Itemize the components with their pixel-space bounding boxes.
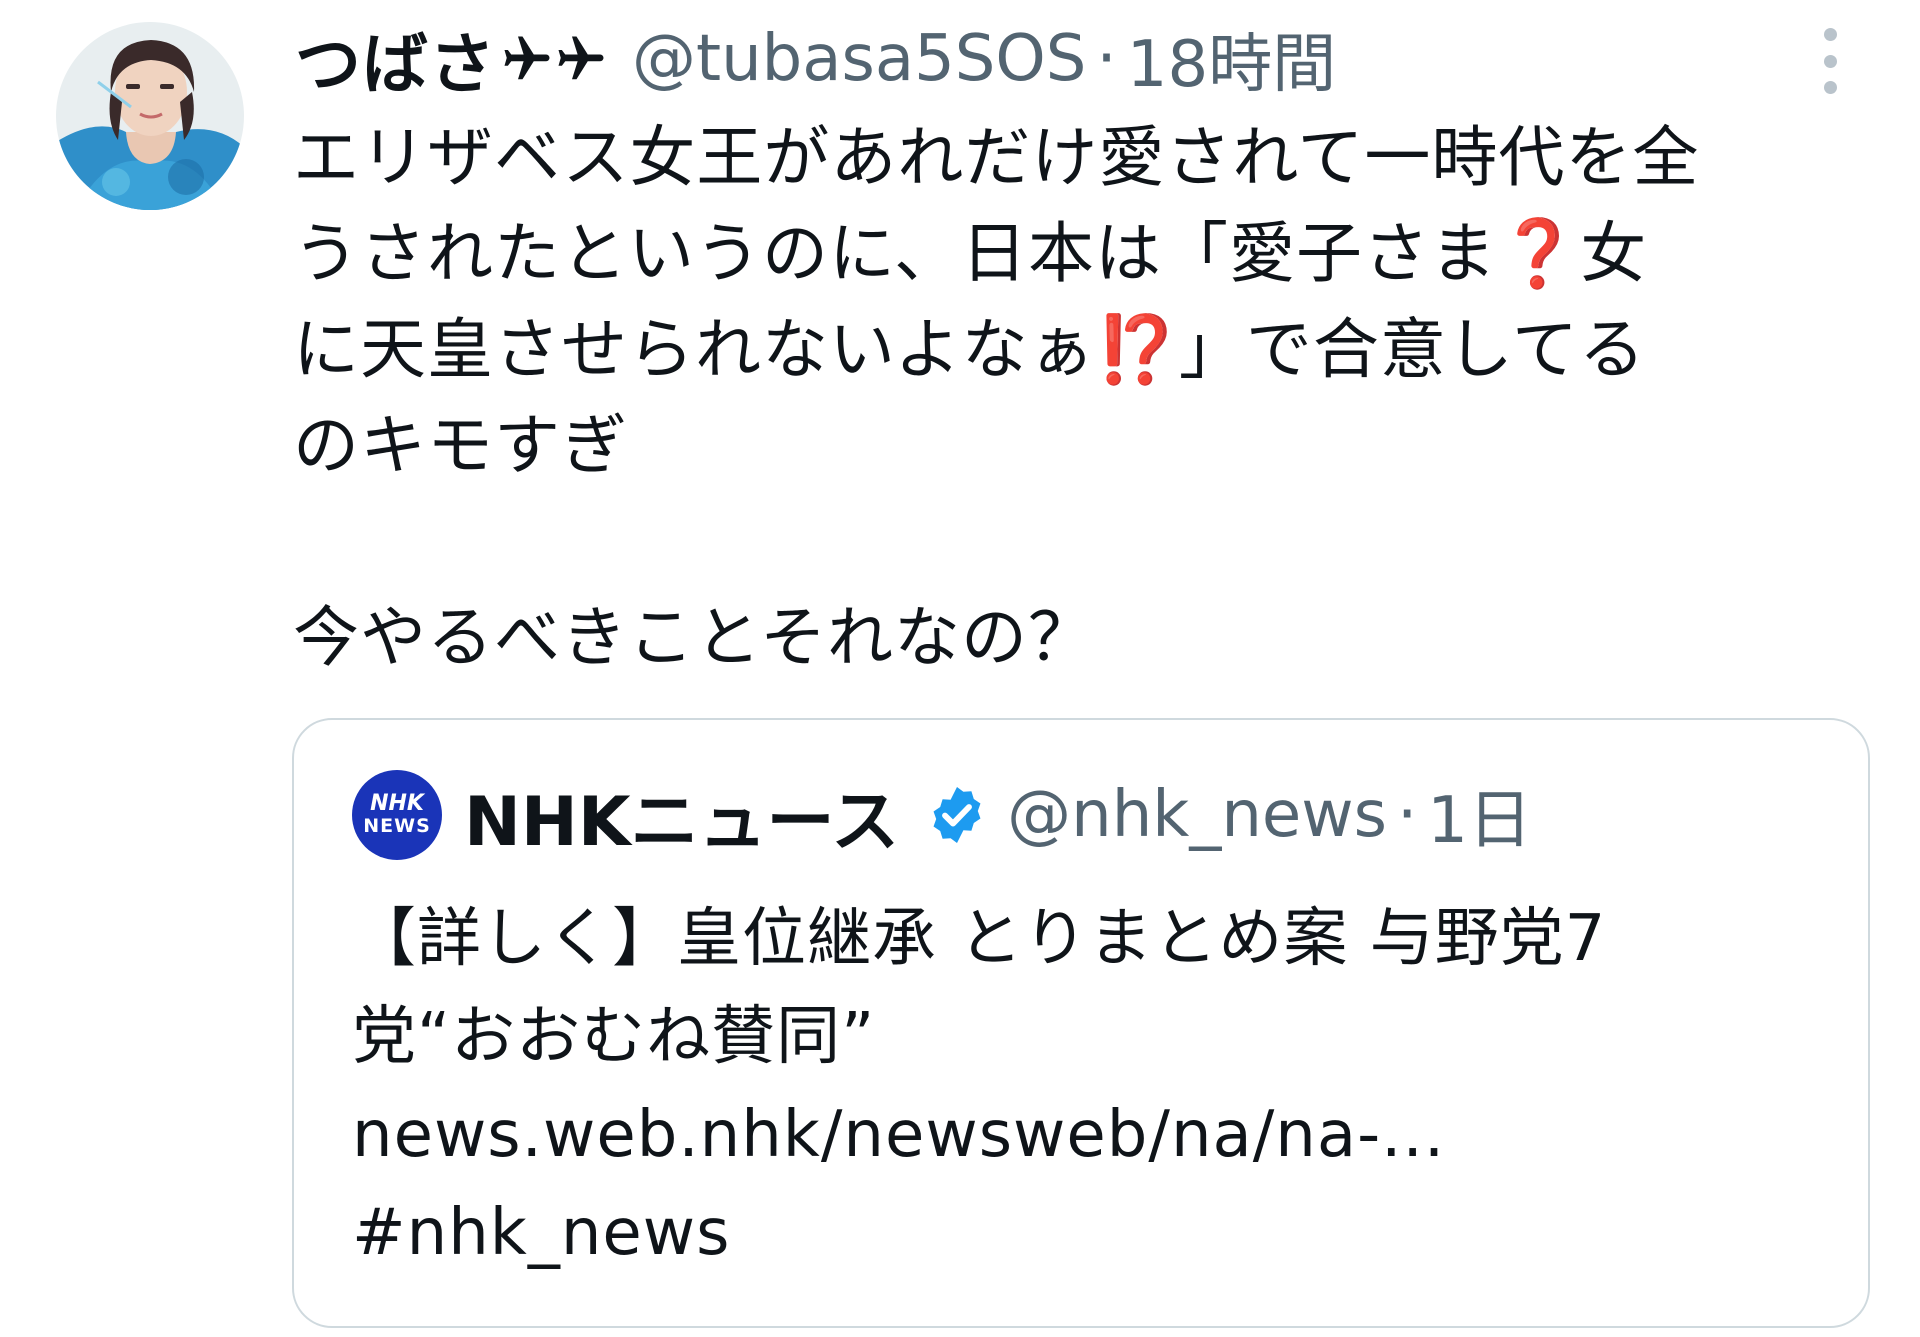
nhk-logo-text: NEWS (363, 815, 431, 837)
tweet-text-segment: 女 (1580, 215, 1648, 292)
quoted-handle[interactable]: @nhk_news (1007, 778, 1387, 852)
tweet-text: エリザベス女王があれだけ愛されて一時代を全 うされたというのに、日本は「愛子さま❓… (293, 110, 1883, 686)
more-vertical-icon[interactable] (1810, 28, 1850, 94)
quoted-hashtag[interactable]: #nhk_news (352, 1184, 1812, 1282)
tweet-text-line: エリザベス女王があれだけ愛されて一時代を全 (293, 119, 1700, 196)
verified-badge-icon (925, 783, 989, 847)
user-avatar[interactable] (56, 22, 244, 210)
tweet[interactable]: つばさ @tubasa5SOS · 18時間 エリザベス女王があれだけ愛されて一… (0, 0, 1920, 1337)
tweet-text-line: に天皇させられないよなぁ⁉️」で合意してる (293, 302, 1883, 398)
tweet-text-line: うされたというのに、日本は「愛子さま❓女 (293, 206, 1883, 302)
quoted-text-line: 党“おおむね賛同” (352, 1000, 876, 1074)
quoted-link[interactable]: news.web.nhk/newsweb/na/na-... (352, 1086, 1812, 1184)
nhk-logo-text: NHK (370, 791, 424, 816)
quoted-text-line: 【詳しく】皇位継承 とりまとめ案 与野党7 (352, 902, 1607, 976)
tweet-timestamp[interactable]: 18時間 (1127, 13, 1336, 105)
display-name[interactable]: つばさ (295, 11, 496, 107)
quoted-tweet-header: NHK NEWS NHKニュース @nhk_news · 1日 (352, 769, 1532, 862)
separator-dot: · (1096, 22, 1117, 96)
quoted-tweet-text: 【詳しく】皇位継承 とりまとめ案 与野党7 党“おおむね賛同” news.web… (352, 890, 1812, 1282)
quoted-display-name[interactable]: NHKニュース (464, 766, 899, 865)
tweet-header: つばさ @tubasa5SOS · 18時間 (295, 14, 1336, 104)
author-handle[interactable]: @tubasa5SOS (632, 22, 1086, 96)
tweet-text-line: 今やるべきことそれなの？ (293, 599, 1096, 676)
question-emoji-icon: ❓ (1497, 215, 1581, 292)
tweet-text-line: のキモすぎ (293, 407, 628, 484)
exclamation-question-emoji-icon: ⁉️ (1095, 311, 1179, 388)
separator-dot: · (1396, 778, 1418, 852)
quoted-tweet-card[interactable]: NHK NEWS NHKニュース @nhk_news · 1日 【詳しく】皇位継… (292, 718, 1870, 1328)
tweet-text-blank-line (293, 494, 1883, 590)
nhk-news-avatar[interactable]: NHK NEWS (352, 770, 442, 860)
airplane-icon (500, 32, 608, 86)
tweet-text-segment: 」で合意してる (1178, 311, 1646, 388)
quoted-timestamp[interactable]: 1日 (1427, 769, 1532, 861)
tweet-text-segment: に天皇させられないよなぁ (293, 311, 1096, 388)
tweet-text-segment: うされたというのに、日本は「愛子さま (293, 215, 1498, 292)
